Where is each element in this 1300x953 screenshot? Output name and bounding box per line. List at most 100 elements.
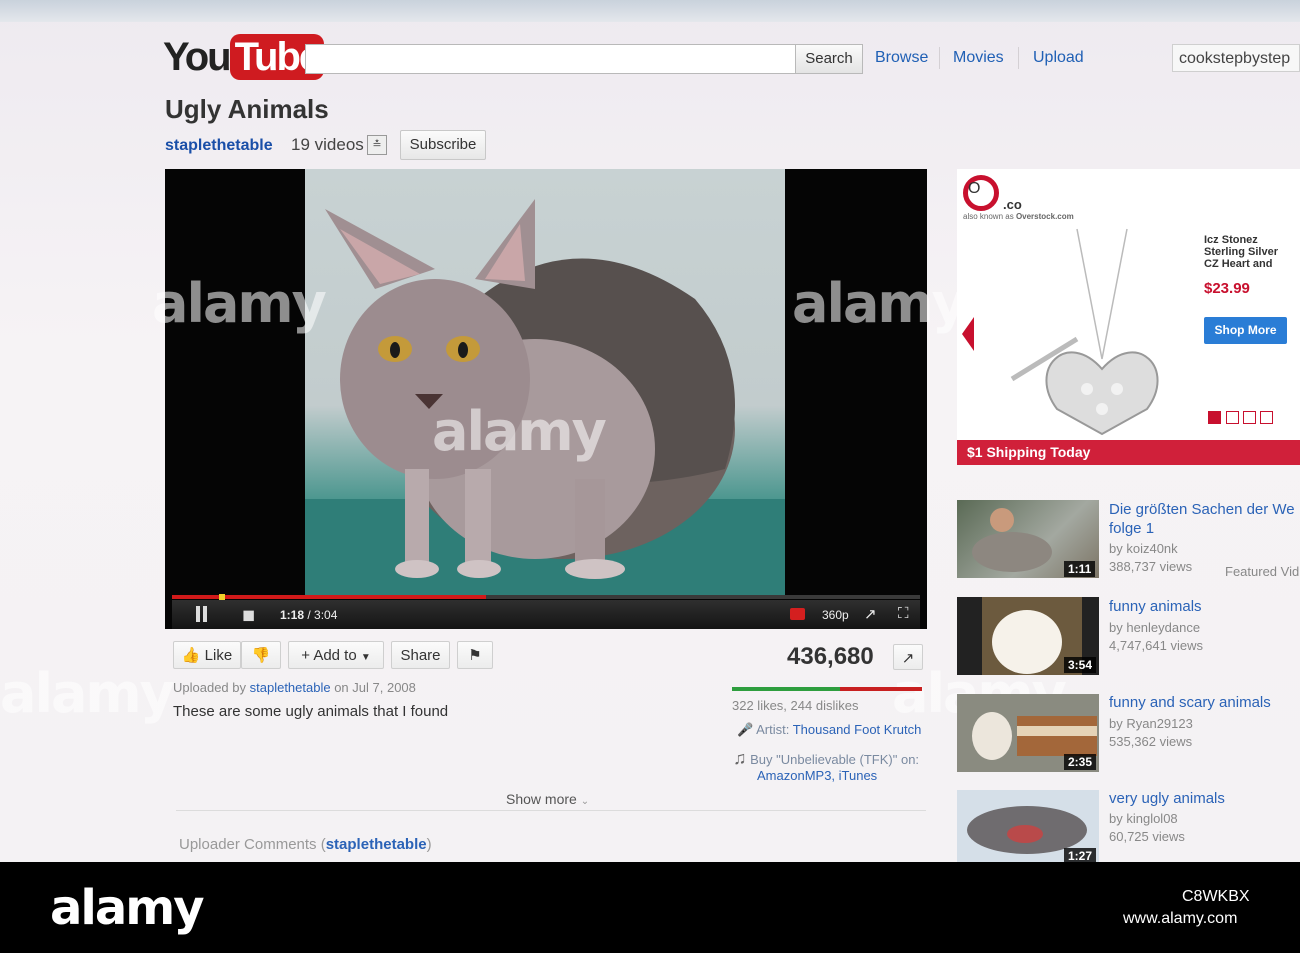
related-views: 388,737 views (1109, 559, 1193, 574)
volume-icon[interactable]: ◼ (242, 605, 255, 625)
ad-prev-arrow-icon[interactable] (962, 317, 974, 351)
video-count: 19 videos (291, 135, 364, 154)
ad-panel[interactable]: O .co also known as Overstock.com Icz St… (957, 169, 1300, 465)
related-author[interactable]: by kinglol08 (1109, 811, 1178, 826)
like-bar-fill (732, 687, 841, 691)
section-divider (176, 810, 926, 811)
related-author[interactable]: by Ryan29123 (1109, 716, 1193, 731)
thumbs-down-icon: 👎 (251, 647, 271, 664)
pause-icon[interactable] (196, 606, 208, 622)
alamy-watermark: alamy (0, 662, 175, 725)
like-button[interactable]: 👍 Like (173, 641, 241, 669)
youtube-logo[interactable]: You Tube (163, 34, 325, 80)
nav-divider (1018, 47, 1019, 69)
browser-screen: You Tube Search Browse Movies Upload cook… (0, 0, 1300, 862)
ad-page-dot[interactable] (1226, 411, 1239, 424)
related-views: 4,747,641 views (1109, 638, 1203, 653)
related-duration: 2:35 (1064, 754, 1097, 770)
flag-button[interactable]: ⚑ (457, 641, 493, 669)
uploader-comments-user[interactable]: staplethetable (326, 836, 427, 853)
uploader-comments-label: Uploader Comments ( (179, 836, 326, 853)
product-price: $23.99 (1204, 280, 1250, 297)
stock-image-id: C8WKBX (1182, 888, 1250, 905)
user-menu[interactable]: cookstepbystep (1172, 44, 1300, 72)
upload-date: on Jul 7, 2008 (334, 680, 416, 695)
stats-icon: ↗ (901, 650, 915, 667)
uploader-comments-heading: Uploader Comments (staplethetable) (179, 836, 432, 853)
music-note-icon: ♫ (733, 748, 747, 768)
channel-link[interactable]: staplethetable (165, 137, 273, 155)
nav-movies[interactable]: Movies (953, 49, 1004, 67)
view-count: 436,680 (787, 643, 874, 670)
show-more-label: Show more (506, 791, 577, 807)
add-to-label: Add to (313, 647, 357, 664)
video-frame-cat (305, 169, 785, 599)
product-line-1: Icz Stonez (1204, 234, 1258, 246)
chevron-down-icon: ▼ (360, 652, 371, 663)
buy-prefix: Buy "Unbelievable (TFK)" on: (750, 752, 920, 767)
ad-page-dot[interactable] (1260, 411, 1273, 424)
chevron-down-icon[interactable]: ≛ (367, 135, 387, 155)
ad-page-dot[interactable] (1243, 411, 1256, 424)
alamy-watermark: alamy (792, 272, 967, 335)
dislike-button[interactable]: 👎 (241, 641, 281, 669)
stats-button[interactable]: ↗ (893, 644, 923, 670)
fullscreen-icon[interactable]: ⛶ (898, 605, 909, 622)
product-line-3: CZ Heart and (1204, 258, 1273, 270)
brand-co: .co (1003, 197, 1022, 212)
artist-link[interactable]: Thousand Foot Krutch (793, 722, 922, 737)
thumbs-up-icon: 👍 (181, 647, 201, 664)
quality-selector[interactable]: 360p (822, 608, 849, 622)
related-author[interactable]: by henleydance (1109, 620, 1200, 635)
search-button[interactable]: Search (795, 44, 863, 74)
subscribe-button[interactable]: Subscribe (400, 130, 486, 160)
video-description: These are some ugly animals that I found (173, 703, 449, 720)
search-input[interactable] (305, 44, 797, 74)
time-total: 3:04 (314, 608, 338, 622)
logo-you-text: You (163, 35, 232, 79)
plus-icon: + (301, 647, 310, 664)
show-more-button[interactable]: Show more ⌄ (506, 791, 589, 807)
stock-url: www.alamy.com (1123, 910, 1238, 927)
nav-browse[interactable]: Browse (875, 49, 928, 67)
popout-icon[interactable]: ↗ (864, 605, 877, 623)
related-title[interactable]: funny and scary animals (1109, 694, 1271, 711)
pendant-image (1010, 228, 1159, 436)
related-duration: 1:27 (1064, 848, 1097, 862)
browser-frame (0, 0, 1300, 22)
ad-shipping-banner[interactable]: $1 Shipping Today (957, 440, 1300, 465)
uploader-comments-close: ) (426, 836, 432, 853)
nav-upload[interactable]: Upload (1033, 49, 1084, 67)
upload-info: Uploaded by staplethetable on Jul 7, 200… (173, 680, 416, 695)
video-title: Ugly Animals (165, 94, 329, 124)
related-views: 535,362 views (1109, 734, 1193, 749)
artist-label: Artist: (756, 722, 790, 737)
product-name: Icz Stonez Sterling Silver CZ Heart and (1204, 234, 1278, 270)
related-views: 60,725 views (1109, 829, 1185, 844)
uploader-link[interactable]: staplethetable (250, 680, 331, 695)
related-title-cont[interactable]: folge 1 (1109, 520, 1154, 537)
related-title[interactable]: Die größten Sachen der We (1109, 501, 1295, 518)
shop-more-button[interactable]: Shop More (1204, 317, 1287, 344)
chevron-down-icon: ⌄ (580, 796, 590, 807)
time-display: 1:18 / 3:04 (280, 608, 338, 622)
buy-line: ♫ Buy "Unbelievable (TFK)" on: (733, 748, 919, 769)
alamy-watermark: alamy (152, 272, 327, 335)
share-button[interactable]: Share (391, 641, 450, 669)
related-title[interactable]: funny animals (1109, 598, 1202, 615)
buy-stores-link[interactable]: AmazonMP3, iTunes (757, 768, 877, 783)
buy-stores: AmazonMP3, iTunes (757, 768, 878, 783)
featured-video-label: Featured Vid (1225, 564, 1300, 579)
alamy-watermark: alamy (432, 400, 607, 463)
alamy-logo: alamy (50, 880, 205, 936)
related-title[interactable]: very ugly animals (1109, 790, 1225, 807)
related-author[interactable]: by koiz40nk (1109, 541, 1178, 556)
likes-summary: 322 likes, 244 dislikes (732, 698, 859, 713)
captions-icon[interactable] (790, 608, 805, 620)
like-label: Like (204, 647, 233, 664)
overstock-logo-icon: O (963, 175, 999, 211)
nav-divider (939, 47, 940, 69)
add-to-button[interactable]: + Add to ▼ (288, 641, 384, 669)
related-duration: 3:54 (1064, 657, 1097, 673)
ad-page-dot[interactable] (1208, 411, 1221, 424)
